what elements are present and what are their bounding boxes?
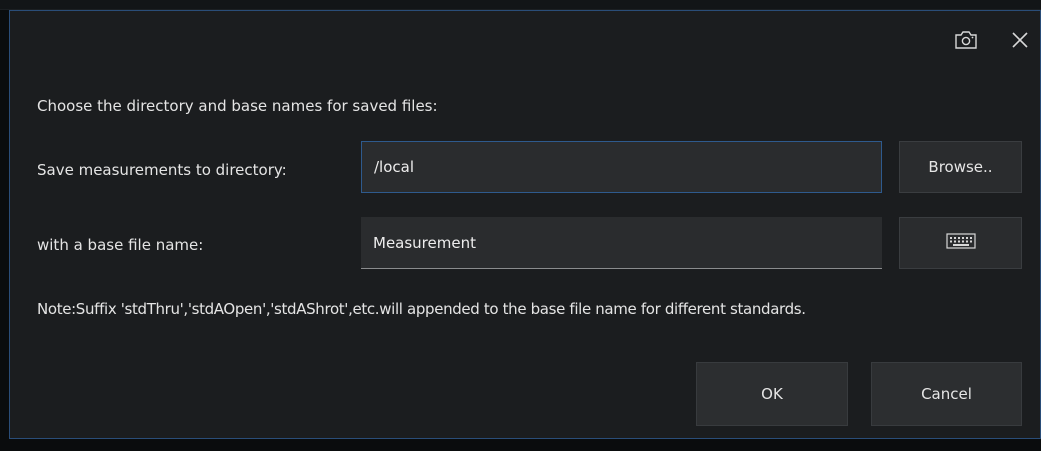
- background-window-edge: [0, 0, 1041, 10]
- suffix-note: Note:Suffix 'stdThru','stdAOpen','stdASh…: [37, 300, 806, 318]
- directory-label: Save measurements to directory:: [37, 161, 287, 179]
- camera-icon[interactable]: [952, 27, 980, 53]
- cancel-button[interactable]: Cancel: [871, 362, 1022, 426]
- close-icon[interactable]: [1006, 27, 1034, 53]
- ok-button[interactable]: OK: [696, 362, 848, 426]
- keyboard-icon: [945, 232, 976, 254]
- dialog-prompt: Choose the directory and base names for …: [37, 97, 438, 115]
- keyboard-button[interactable]: [899, 217, 1022, 269]
- browse-button[interactable]: Browse..: [899, 141, 1022, 193]
- base-name-input[interactable]: Measurement: [361, 217, 882, 269]
- base-name-label: with a base file name:: [37, 236, 204, 254]
- directory-input[interactable]: /local: [361, 141, 882, 193]
- save-files-dialog: Choose the directory and base names for …: [9, 10, 1041, 439]
